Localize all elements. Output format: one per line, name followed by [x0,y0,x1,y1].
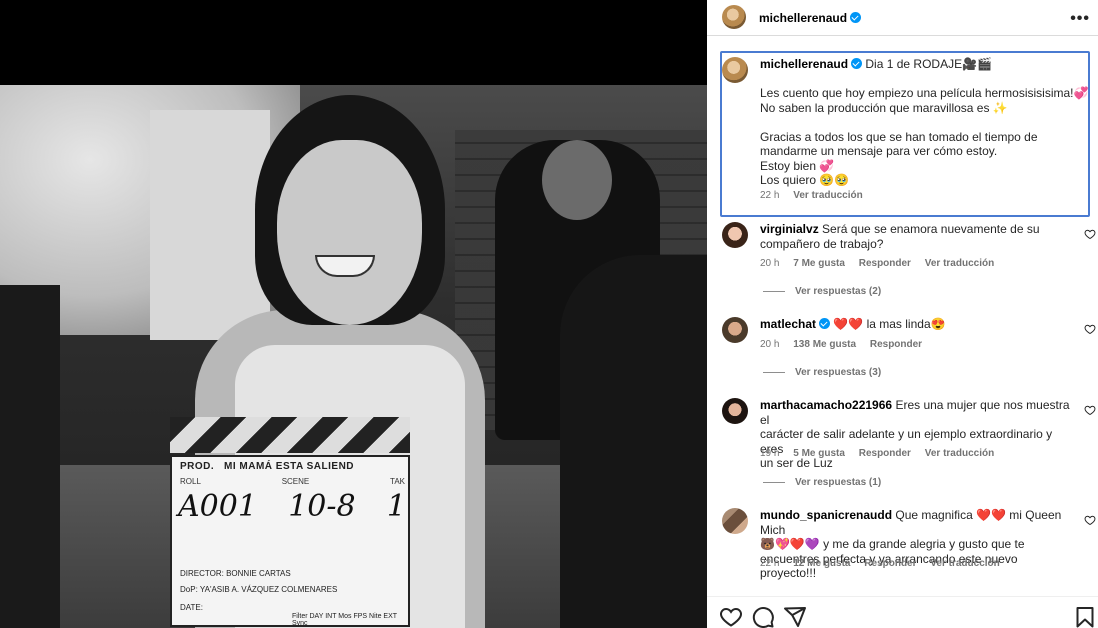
comment-time: 19 h [760,448,780,459]
caption-line: Estoy bien 💞 [760,158,835,173]
translate-link[interactable]: Ver traducción [930,558,999,569]
view-replies-button[interactable]: Ver respuestas (2) [763,286,881,297]
person-right [560,255,707,628]
comment-text: mundo_spanicrenaudd Que magnifica ❤️❤️ m… [760,508,1075,581]
like-heart-icon[interactable] [1084,323,1096,335]
post-header: michellerenaud ••• [707,0,1098,36]
clapper-dop: DoP: YA'ASIB A. VÁZQUEZ COLMENARES [180,585,338,594]
post-media[interactable]: PROD. MI MAMÁ ESTA SALIEND ROLL SCENE TA… [0,0,707,628]
verified-badge-icon [850,12,862,23]
caption-time: 22 h [760,190,780,201]
post-photo: PROD. MI MAMÁ ESTA SALIEND ROLL SCENE TA… [0,85,707,628]
clapper-date: DATE: [180,603,203,612]
share-icon[interactable] [783,605,807,628]
comment-likes[interactable]: 7 Me gusta [793,258,845,269]
caption-line: Gracias a todos los que se han tomado el… [760,129,1038,144]
comment-meta: 22 h 12 Me gusta Responder Ver traducció… [760,558,1011,569]
caption-meta: 22 h Ver traducción [760,190,874,201]
comment-time: 20 h [760,258,780,269]
comment-likes[interactable]: 138 Me gusta [793,339,856,350]
caption-avatar[interactable] [722,57,748,83]
comment-text: virginialvz Será que se enamora nuevamen… [760,222,1070,251]
caption: michellerenaud Dia 1 de RODAJE🎥🎬 Les cue… [720,51,1090,217]
caption-line: Los quiero 🥹🥹 [760,173,850,187]
comment-time: 22 h [760,558,780,569]
caption-title-line: michellerenaud Dia 1 de RODAJE🎥🎬 [760,57,1085,72]
comment-body: 🐻💖❤️💜 y me da grande alegria y gusto que… [760,537,1025,551]
caption-translate-link[interactable]: Ver traducción [793,190,862,201]
caption-username[interactable]: michellerenaud [760,57,848,71]
verified-badge-icon [819,318,831,329]
comment-username[interactable]: mundo_spanicrenaudd [760,508,892,522]
clapperboard: PROD. MI MAMÁ ESTA SALIEND ROLL SCENE TA… [170,417,410,627]
header-username[interactable]: michellerenaud [759,11,862,25]
reply-button[interactable]: Responder [864,558,916,569]
comment-meta: 20 h 138 Me gusta Responder [760,339,933,350]
comment-body: ❤️❤️ la mas linda😍 [833,317,946,331]
clapper-stick [170,417,410,453]
like-heart-icon[interactable] [1084,514,1096,526]
like-heart-icon[interactable] [1084,228,1096,240]
clapper-title: PROD. MI MAMÁ ESTA SALIEND [180,461,355,472]
clapper-director: DIRECTOR: BONNIE CARTAS [180,569,291,578]
view-replies-button[interactable]: Ver respuestas (3) [763,367,881,378]
comment-meta: 19 h 5 Me gusta Responder Ver traducción [760,448,1005,459]
caption-line: mandarme un mensaje para ver cómo estoy. [760,144,998,158]
clapper-numbers: A001 10-8 1 [178,489,406,524]
caption-body: Les cuento que hoy empiezo una película … [760,86,1090,188]
owner-avatar[interactable] [722,5,746,29]
comment-body: Será que se enamora nuevamente de su [822,222,1040,236]
bookmark-icon[interactable] [1073,605,1097,628]
comment-icon[interactable] [751,605,775,628]
person-left [0,285,60,628]
commenter-avatar[interactable] [722,398,748,424]
caption-title: Dia 1 de RODAJE🎥🎬 [865,57,992,71]
comment-time: 20 h [760,339,780,350]
more-options-icon[interactable]: ••• [1070,10,1090,28]
like-heart-icon[interactable] [1084,404,1096,416]
comment-username[interactable]: matlechat [760,317,816,331]
action-bar [707,596,1098,628]
comment-username[interactable]: virginialvz [760,222,819,236]
comment-meta: 20 h 7 Me gusta Responder Ver traducción [760,258,1005,269]
comment-text: matlechat ❤️❤️ la mas linda😍 [760,317,1070,332]
caption-line: No saben la producción que maravillosa e… [760,100,1008,115]
comment-likes[interactable]: 12 Me gusta [793,558,850,569]
commenter-avatar[interactable] [722,317,748,343]
reply-button[interactable]: Responder [859,258,911,269]
commenter-avatar[interactable] [722,508,748,534]
clapper-labels: ROLL SCENE TAK [180,477,405,486]
comment-text: marthacamacho221966 Eres una mujer que n… [760,398,1075,471]
comment-body: compañero de trabajo? [760,236,884,251]
view-replies-button[interactable]: Ver respuestas (1) [763,477,881,488]
comment-username[interactable]: marthacamacho221966 [760,398,892,412]
translate-link[interactable]: Ver traducción [925,258,994,269]
clapper-extra: Filter DAY INT Mos FPS Nite EXT Sync [292,613,397,627]
comment-likes[interactable]: 5 Me gusta [793,448,845,459]
translate-link[interactable]: Ver traducción [925,448,994,459]
verified-badge-icon [851,58,863,69]
heart-icon[interactable] [719,605,743,628]
post-side-panel: michellerenaud ••• michellerenaud Dia 1 … [707,0,1098,628]
reply-button[interactable]: Responder [859,448,911,459]
commenter-avatar[interactable] [722,222,748,248]
reply-button[interactable]: Responder [870,339,922,350]
caption-line: Les cuento que hoy empiezo una película … [760,86,1089,100]
